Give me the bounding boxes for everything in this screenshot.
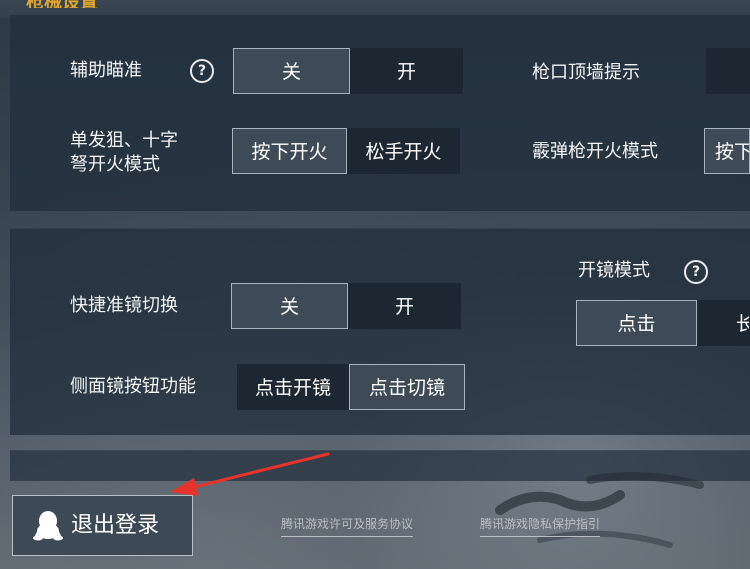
side-scope-button-toggle: 点击开镜 点击切镜 [237, 364, 465, 410]
logout-button[interactable]: 退出登录 [12, 495, 193, 556]
quick-scope-switch-label: 快捷准镜切换 [70, 295, 178, 316]
side-scope-option-click-switch[interactable]: 点击切镜 [349, 364, 465, 410]
scope-mode-option-tap[interactable]: 点击 [576, 300, 697, 346]
scope-mode-option-hold[interactable]: 长 [697, 300, 750, 346]
scope-mode-toggle: 点击 长 [576, 300, 750, 346]
annotation-arrow-icon [170, 452, 330, 496]
shotgun-fire-mode-label: 霰弹枪开火模式 [532, 141, 658, 162]
muzzle-wall-hint-option[interactable] [706, 48, 750, 94]
quick-scope-option-off[interactable]: 关 [231, 283, 348, 329]
sniper-fire-mode-label-line2: 弩开火模式 [70, 154, 160, 175]
shotgun-fire-mode-toggle: 按下 [704, 128, 750, 174]
side-scope-button-label: 侧面镜按钮功能 [70, 376, 196, 397]
shotgun-fire-mode-press[interactable]: 按下 [704, 128, 750, 174]
aim-assist-option-on[interactable]: 开 [350, 48, 463, 94]
quick-scope-option-on[interactable]: 开 [348, 283, 461, 329]
logout-label: 退出登录 [71, 513, 160, 538]
aim-assist-option-off[interactable]: 关 [233, 48, 350, 94]
sniper-fire-mode-label-line1: 单发狙、十字 [70, 130, 178, 151]
muzzle-wall-hint-toggle [706, 48, 750, 94]
scope-mode-label: 开镜模式 [578, 260, 650, 281]
side-scope-option-click-open[interactable]: 点击开镜 [237, 364, 349, 410]
aim-assist-help-icon[interactable]: ? [190, 59, 214, 83]
fire-settings-panel [10, 14, 750, 211]
muzzle-wall-hint-label: 枪口顶墙提示 [532, 62, 640, 83]
scope-mode-help-icon[interactable]: ? [684, 260, 708, 284]
quick-scope-switch-toggle: 关 开 [231, 283, 461, 329]
sniper-fire-mode-press[interactable]: 按下开火 [232, 128, 347, 174]
section-title-text: 枪械设置 [26, 0, 98, 8]
section-title: 枪械设置 [12, 0, 130, 8]
aim-assist-label: 辅助瞄准 [70, 60, 142, 81]
license-agreement-link[interactable]: 腾讯游戏许可及服务协议 [281, 515, 414, 537]
privacy-policy-link[interactable]: 腾讯游戏隐私保护指引 [480, 515, 601, 537]
qq-penguin-icon [33, 511, 63, 541]
sniper-fire-mode-toggle: 按下开火 松手开火 [232, 128, 460, 174]
aim-assist-toggle: 关 开 [233, 48, 463, 94]
sniper-fire-mode-release[interactable]: 松手开火 [347, 128, 460, 174]
